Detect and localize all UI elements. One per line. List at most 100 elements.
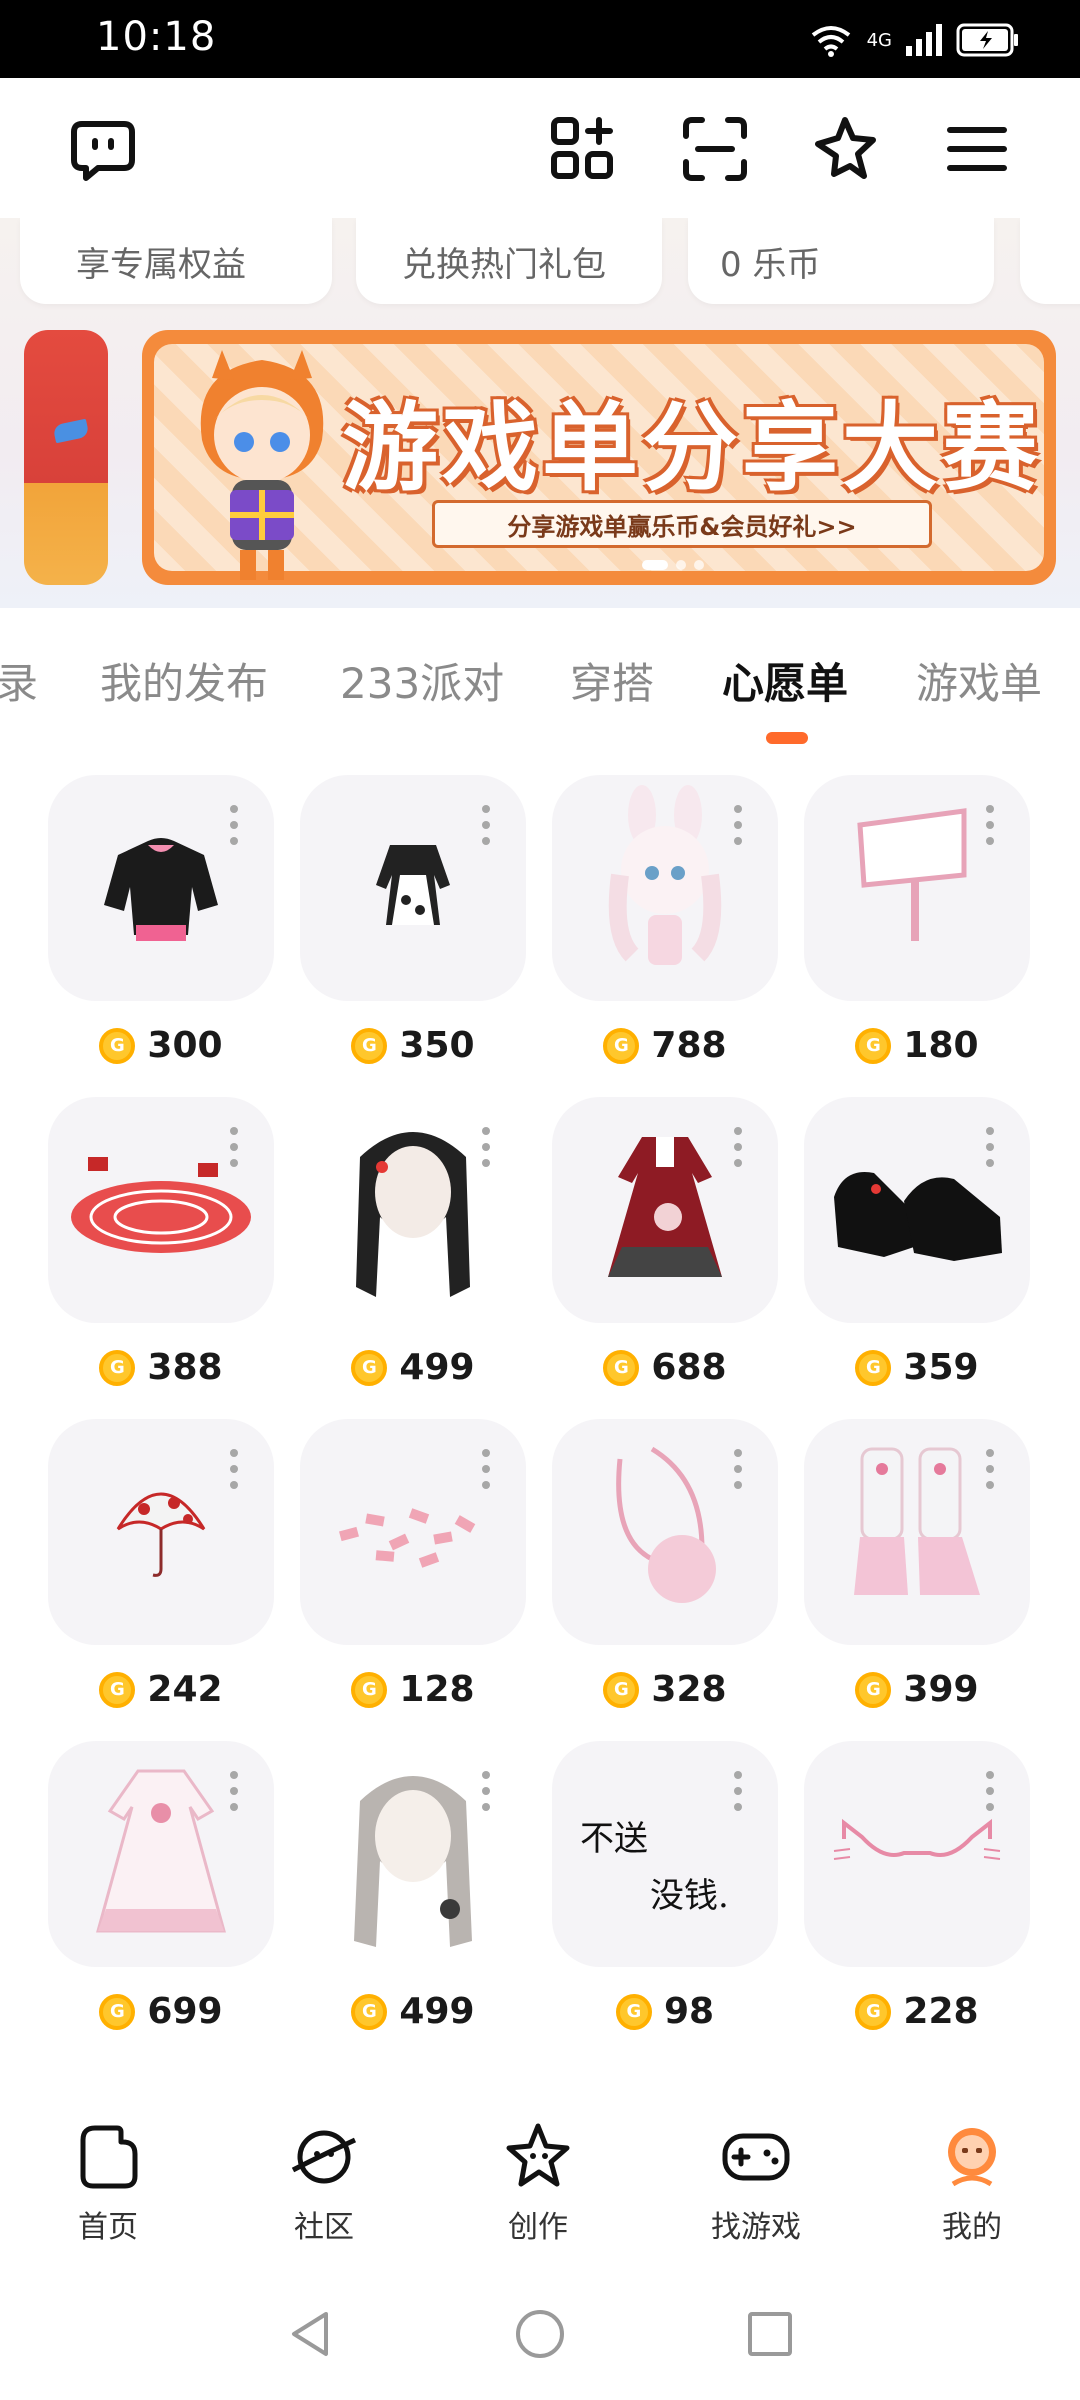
- home-circle-icon[interactable]: [512, 2306, 568, 2362]
- wishlist-item[interactable]: G 359: [804, 1097, 1030, 1397]
- more-options-icon[interactable]: [230, 1449, 240, 1491]
- more-options-icon[interactable]: [986, 1449, 996, 1491]
- more-options-icon[interactable]: [734, 1449, 744, 1491]
- wishlist-item[interactable]: G 499: [300, 1097, 526, 1397]
- benefit-label: 享专属权益: [76, 244, 246, 285]
- coin-icon: G: [351, 1671, 388, 1708]
- wishlist-item[interactable]: G 688: [552, 1097, 778, 1397]
- back-icon[interactable]: [282, 2306, 338, 2362]
- price-value: 499: [399, 1347, 475, 1388]
- more-options-icon[interactable]: [734, 1127, 744, 1169]
- item-thumbnail: [48, 1097, 274, 1323]
- item-thumbnail: [300, 775, 526, 1001]
- item-thumbnail: [48, 1741, 274, 1967]
- sticker-line: 没钱.: [650, 1876, 729, 1916]
- tab-party[interactable]: 233派对: [340, 650, 504, 711]
- red-dress-image: [608, 1137, 722, 1277]
- wishlist-item[interactable]: G 499: [300, 1741, 526, 2041]
- wishlist-item[interactable]: G 180: [804, 775, 1030, 1075]
- banner-subtitle: 分享游戏单赢乐币&会员好礼>>: [432, 500, 932, 548]
- more-options-icon[interactable]: [734, 1771, 744, 1813]
- status-time: 10:18: [96, 14, 217, 60]
- coin-icon: G: [855, 1349, 892, 1386]
- item-thumbnail: [552, 1419, 778, 1645]
- pink-scatter-image: [339, 1508, 476, 1568]
- item-price: G 328: [552, 1669, 778, 1710]
- item-price: G 388: [48, 1347, 274, 1388]
- more-options-icon[interactable]: [482, 805, 492, 847]
- nav-label: 找游戏: [711, 2210, 801, 2245]
- item-price: G 499: [300, 1347, 526, 1388]
- price-value: 359: [903, 1347, 979, 1388]
- coin-icon: G: [615, 1993, 652, 2030]
- nav-label: 社区: [294, 2210, 354, 2245]
- sticker-text: 不送 没钱.: [580, 1811, 729, 1917]
- coin-icon: G: [855, 1993, 892, 2030]
- recents-icon[interactable]: [742, 2306, 798, 2362]
- price-value: 328: [651, 1669, 727, 1710]
- wishlist-item[interactable]: G 242: [48, 1419, 274, 1719]
- nav-label: 创作: [508, 2210, 568, 2245]
- tab-game-lists[interactable]: 游戏单: [916, 650, 1042, 711]
- nav-me[interactable]: 我的: [902, 2120, 1042, 2246]
- item-price: G 128: [300, 1669, 526, 1710]
- banner-prev[interactable]: [24, 330, 108, 585]
- nav-home[interactable]: 首页: [38, 2120, 178, 2246]
- chat-bubble-icon[interactable]: [68, 114, 138, 184]
- benefit-card[interactable]: [1020, 218, 1080, 304]
- scan-icon[interactable]: [680, 114, 750, 184]
- more-options-icon[interactable]: [482, 1127, 492, 1169]
- nav-label: 首页: [78, 2210, 138, 2245]
- banner-pagination: [642, 560, 704, 570]
- jacket-image: [104, 838, 218, 941]
- wishlist-item[interactable]: G 300: [48, 775, 274, 1075]
- wishlist-item[interactable]: G 228: [804, 1741, 1030, 2041]
- price-value: 499: [399, 1991, 475, 2032]
- pink-boots-image: [854, 1447, 980, 1595]
- nav-community[interactable]: 社区: [254, 2120, 394, 2246]
- wishlist-item[interactable]: G 128: [300, 1419, 526, 1719]
- wishlist-item[interactable]: G 699: [48, 1741, 274, 2041]
- banner-title: 游戏单分享大赛: [342, 392, 1042, 504]
- more-options-icon[interactable]: [986, 1771, 996, 1813]
- more-options-icon[interactable]: [230, 1127, 240, 1169]
- wishlist-item[interactable]: G 350: [300, 775, 526, 1075]
- more-options-icon[interactable]: [482, 1771, 492, 1813]
- menu-icon[interactable]: [942, 114, 1012, 184]
- wishlist-item[interactable]: G 388: [48, 1097, 274, 1397]
- sticker-line: 不送: [580, 1819, 648, 1859]
- item-thumbnail: [804, 775, 1030, 1001]
- star-icon[interactable]: [810, 114, 880, 184]
- more-options-icon[interactable]: [482, 1449, 492, 1491]
- nav-create[interactable]: 创作: [468, 2120, 608, 2246]
- item-thumbnail: [48, 775, 274, 1001]
- benefit-card[interactable]: 兑换热门礼包: [356, 218, 662, 304]
- item-price: G 228: [804, 1991, 1030, 2032]
- nav-find-games[interactable]: 找游戏: [686, 2120, 826, 2246]
- wishlist-item[interactable]: G 788: [552, 775, 778, 1075]
- benefit-card[interactable]: 0 乐币: [688, 218, 994, 304]
- item-thumbnail: [804, 1419, 1030, 1645]
- add-app-icon[interactable]: [548, 114, 618, 184]
- tab-my-posts[interactable]: 我的发布: [100, 650, 268, 711]
- price-value: 98: [663, 1991, 715, 2032]
- wishlist-item[interactable]: 不送 没钱. G 98: [552, 1741, 778, 2041]
- more-options-icon[interactable]: [986, 805, 996, 847]
- more-options-icon[interactable]: [986, 1127, 996, 1169]
- signal-icon: [906, 24, 942, 56]
- tab-wishlist[interactable]: 心愿单: [722, 650, 848, 711]
- more-options-icon[interactable]: [734, 805, 744, 847]
- tab-outfits[interactable]: 穿搭: [570, 650, 654, 711]
- event-banner[interactable]: 游戏单分享大赛 分享游戏单赢乐币&会员好礼>>: [142, 330, 1056, 585]
- planet-icon: [291, 2130, 357, 2184]
- item-price: G 788: [552, 1025, 778, 1066]
- more-options-icon[interactable]: [230, 1771, 240, 1813]
- wishlist-item[interactable]: G 328: [552, 1419, 778, 1719]
- benefit-card[interactable]: 享专属权益: [20, 218, 332, 304]
- more-options-icon[interactable]: [230, 805, 240, 847]
- tab-records[interactable]: 录: [0, 650, 38, 711]
- white-dress-image: [96, 1769, 226, 1933]
- content-panel: 录 我的发布 233派对 穿搭 心愿单 游戏单 G 300 G 350 G 78…: [0, 610, 1080, 2090]
- coin-icon: G: [99, 1671, 136, 1708]
- wishlist-item[interactable]: G 399: [804, 1419, 1030, 1719]
